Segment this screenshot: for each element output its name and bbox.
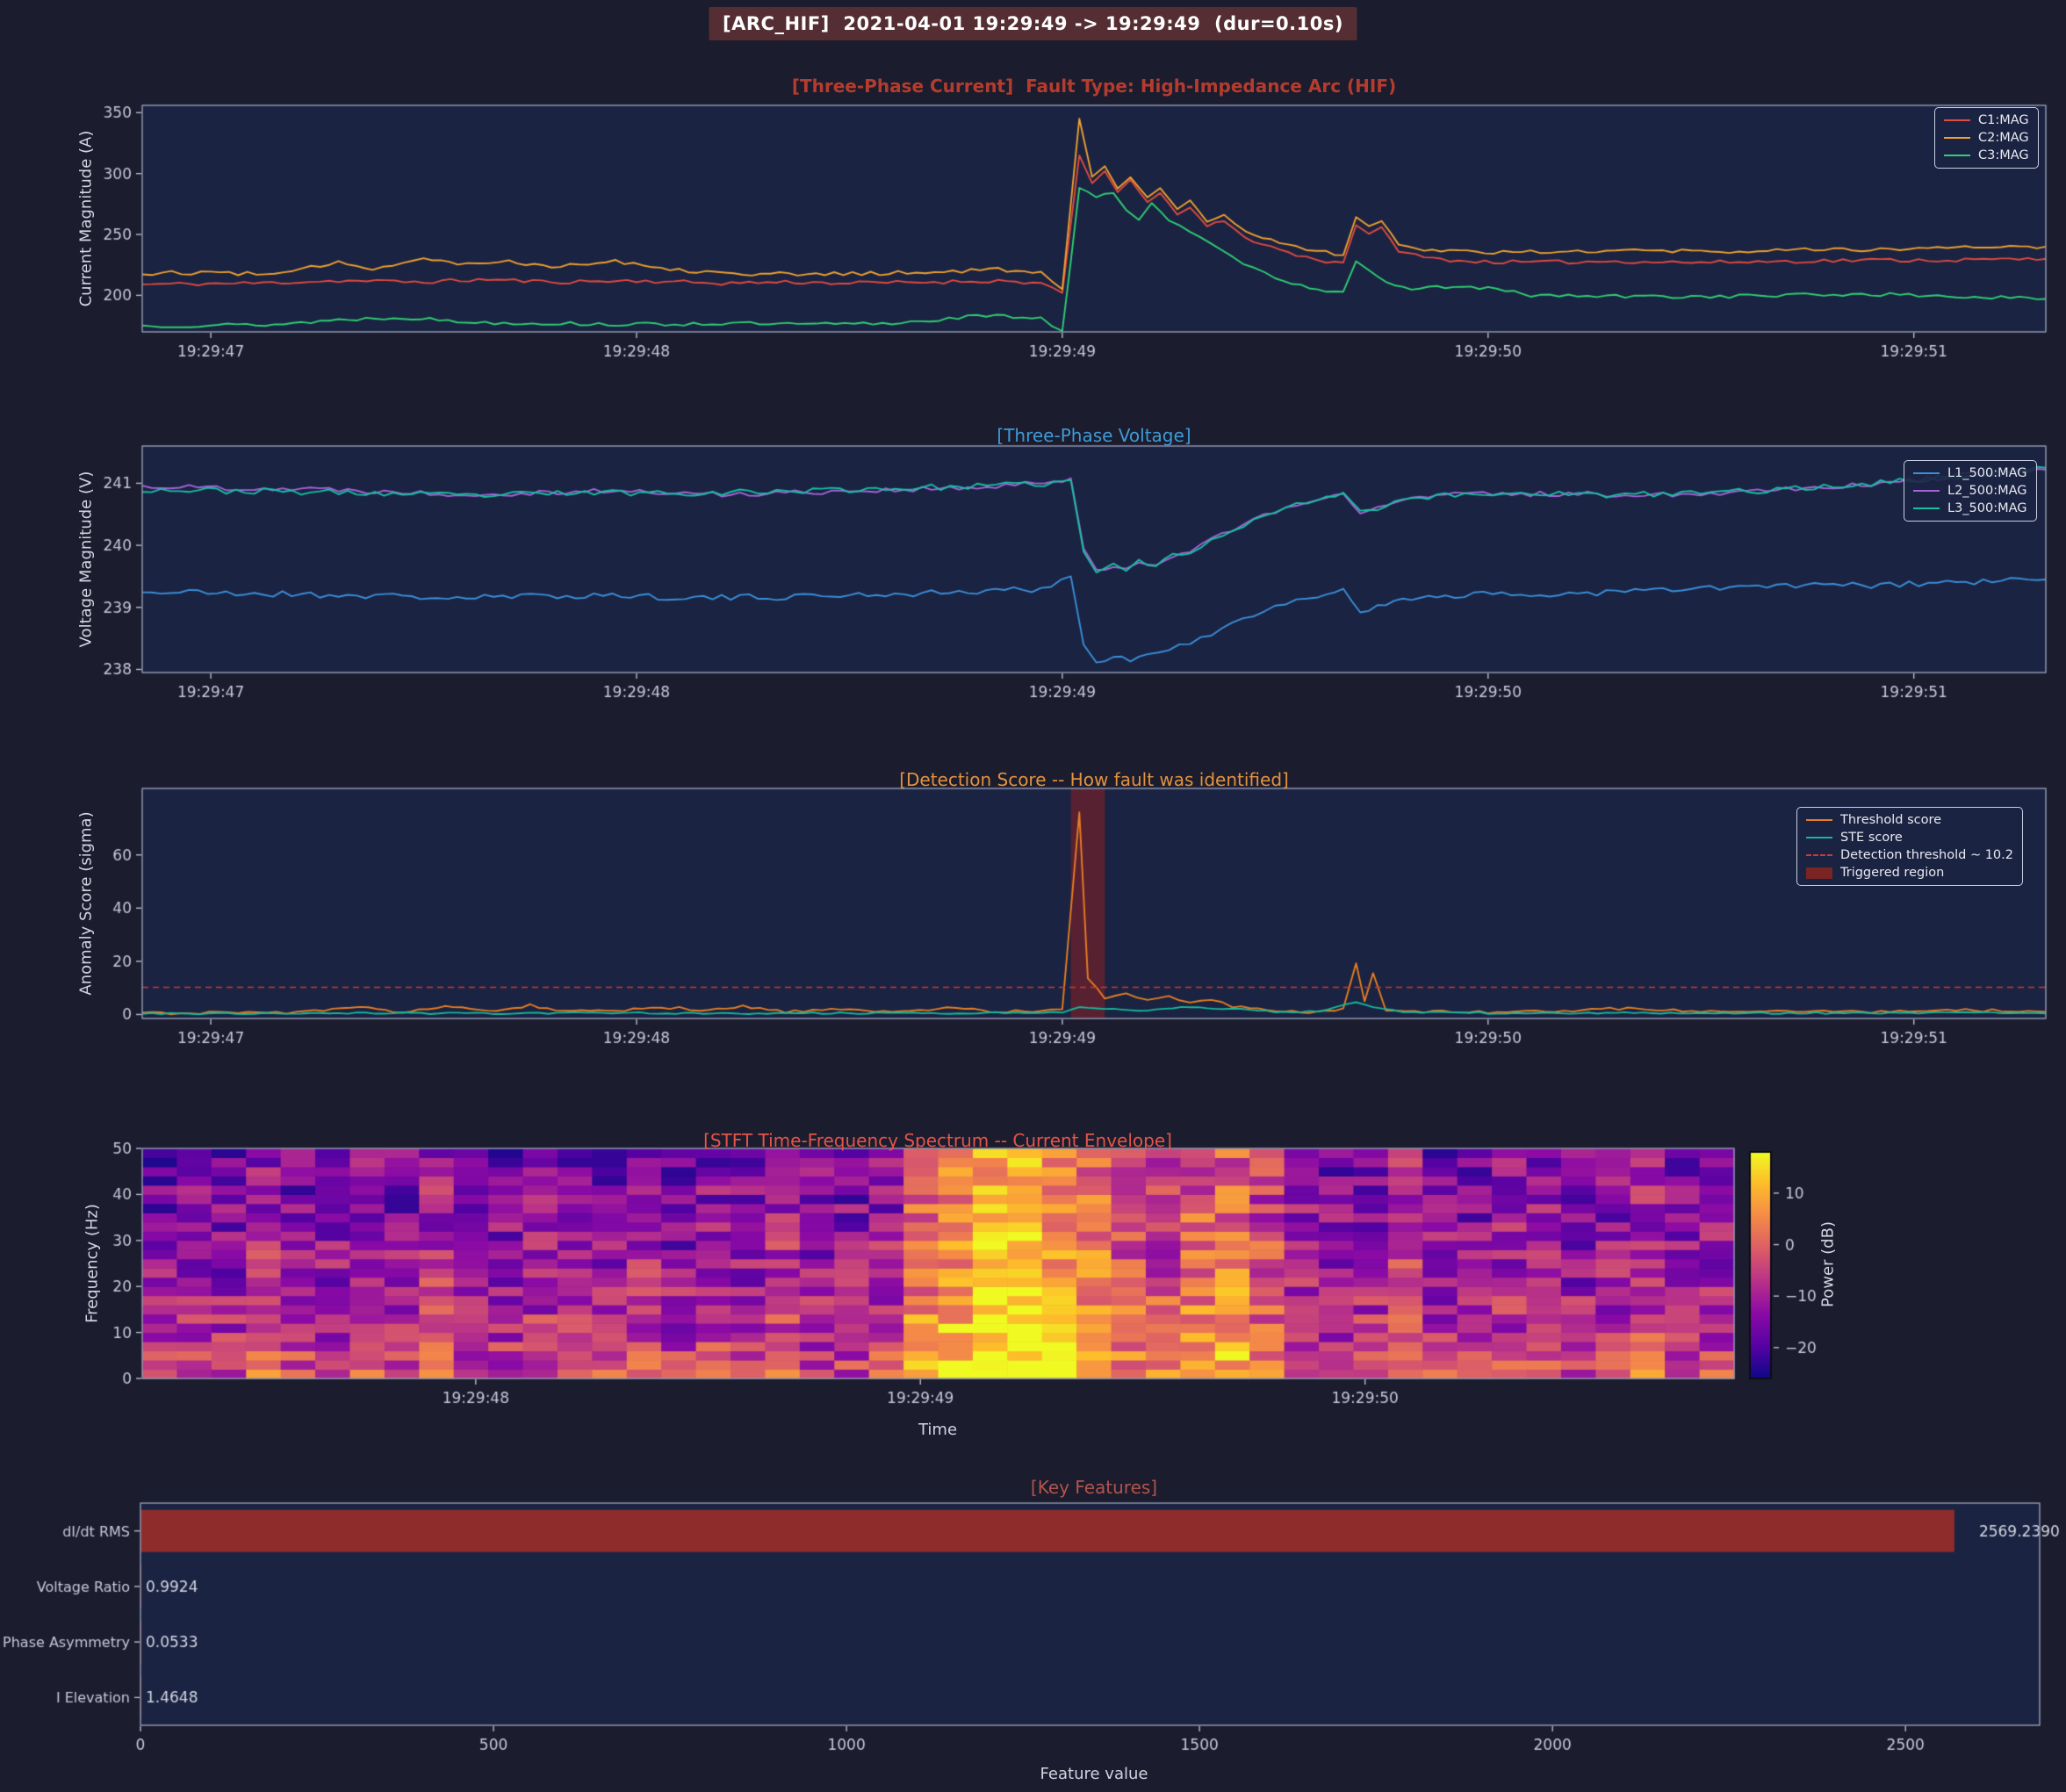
legend-swatch-icon bbox=[1806, 867, 1832, 879]
chart-title-three-phase-current: [Three-Phase Current] Fault Type: High-I… bbox=[792, 76, 1396, 97]
legend-item: Triggered region bbox=[1806, 866, 2013, 880]
y-axis-label-anomaly-score: Anomaly Score (sigma) bbox=[77, 811, 96, 995]
chart-title-key-features: [Key Features] bbox=[1031, 1477, 1157, 1498]
legend-box: Threshold score STE score Detection thresh… bbox=[1796, 807, 2023, 886]
legend-item: Detection threshold ~ 10.2 bbox=[1806, 848, 2013, 862]
legend-label: Threshold score bbox=[1840, 813, 1941, 827]
legend-box: L1_500:MAG L2_500:MAG L3_500:MAG bbox=[1904, 460, 2037, 522]
legend-label: STE score bbox=[1840, 831, 1903, 845]
legend-swatch-icon bbox=[1806, 837, 1832, 838]
x-axis-label-feature-value: Feature value bbox=[1040, 1765, 1148, 1783]
legend-label: Detection threshold ~ 10.2 bbox=[1840, 848, 2013, 862]
legend-label: C2:MAG bbox=[1978, 131, 2029, 145]
legend-label: Triggered region bbox=[1840, 866, 1944, 880]
legend-label: L1_500:MAG bbox=[1947, 466, 2027, 480]
legend-item: C1:MAG bbox=[1944, 113, 2029, 127]
legend-swatch-icon bbox=[1806, 819, 1832, 821]
charts-canvas bbox=[0, 0, 2066, 1792]
legend-swatch-icon bbox=[1944, 119, 1970, 121]
legend-swatch-icon bbox=[1806, 854, 1832, 856]
legend-label: C3:MAG bbox=[1978, 148, 2029, 162]
legend-label: C1:MAG bbox=[1978, 113, 2029, 127]
y-axis-label-voltage-magnitude: Voltage Magnitude (V) bbox=[77, 471, 96, 648]
legend-item: L1_500:MAG bbox=[1913, 466, 2027, 480]
x-axis-label-time: Time bbox=[918, 1421, 957, 1439]
fault-analysis-dashboard: [ARC_HIF] 2021-04-01 19:29:49 -> 19:29:4… bbox=[0, 0, 2066, 1792]
chart-title-detection-score: [Detection Score -- How fault was identi… bbox=[899, 769, 1289, 790]
legend-label: L3_500:MAG bbox=[1947, 501, 2027, 515]
legend-box: C1:MAG C2:MAG C3:MAG bbox=[1934, 107, 2039, 169]
legend-item: L3_500:MAG bbox=[1913, 501, 2027, 515]
legend-item: C2:MAG bbox=[1944, 131, 2029, 145]
legend-swatch-icon bbox=[1913, 472, 1940, 474]
legend-swatch-icon bbox=[1913, 507, 1940, 509]
legend-swatch-icon bbox=[1944, 137, 1970, 139]
chart-title-stft-spectrum: [STFT Time-Frequency Spectrum -- Current… bbox=[703, 1130, 1172, 1151]
legend-swatch-icon bbox=[1913, 490, 1940, 492]
legend-label: L2_500:MAG bbox=[1947, 484, 2027, 498]
legend-item: C3:MAG bbox=[1944, 148, 2029, 162]
chart-title-three-phase-voltage: [Three-Phase Voltage] bbox=[997, 425, 1191, 446]
y-axis-label-frequency: Frequency (Hz) bbox=[83, 1204, 102, 1323]
y-axis-label-current-magnitude: Current Magnitude (A) bbox=[77, 131, 96, 307]
legend-item: Threshold score bbox=[1806, 813, 2013, 827]
legend-item: STE score bbox=[1806, 831, 2013, 845]
colorbar-label-power-db: Power (dB) bbox=[1819, 1221, 1838, 1307]
legend-item: L2_500:MAG bbox=[1913, 484, 2027, 498]
page-title: [ARC_HIF] 2021-04-01 19:29:49 -> 19:29:4… bbox=[709, 7, 1357, 40]
legend-swatch-icon bbox=[1944, 155, 1970, 156]
